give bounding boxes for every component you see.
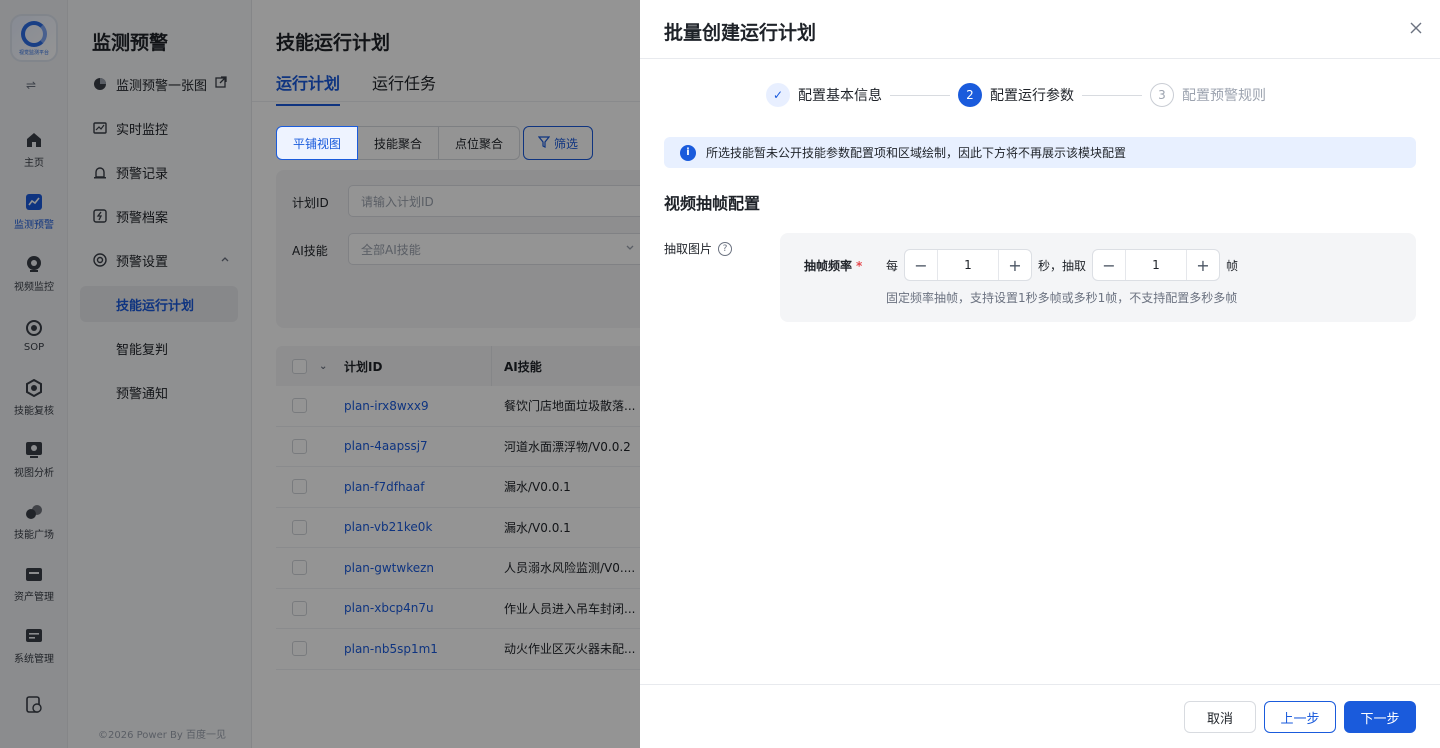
cancel-button[interactable]: 取消 <box>1184 701 1256 733</box>
prev-step-button[interactable]: 上一步 <box>1264 701 1336 733</box>
step-run-params[interactable]: 2 配置运行参数 <box>958 83 1074 107</box>
info-alert: i 所选技能暂未公开技能参数配置项和区域绘制，因此下方将不再展示该模块配置 <box>664 137 1416 168</box>
next-step-button[interactable]: 下一步 <box>1344 701 1416 733</box>
close-icon[interactable] <box>1406 18 1426 38</box>
drawer-title: 批量创建运行计划 <box>664 22 817 44</box>
seconds-stepper[interactable]: − 1 + <box>904 249 1032 281</box>
plus-icon[interactable]: + <box>1187 250 1219 280</box>
extract-image-label: 抽取图片 ? <box>664 240 733 257</box>
seconds-value[interactable]: 1 <box>937 250 999 280</box>
frame-config-box: 抽帧频率 * 每 − 1 + 秒，抽取 − 1 + 帧 固定频率抽帧，支持设置1秒… <box>780 233 1416 322</box>
step-basic-info[interactable]: ✓ 配置基本信息 <box>766 83 882 107</box>
modal-backdrop[interactable] <box>0 0 640 748</box>
view-tile-button[interactable]: 平铺视图 <box>276 126 359 160</box>
step-alert-rules[interactable]: 3 配置预警规则 <box>1150 83 1266 107</box>
info-icon: i <box>680 144 696 161</box>
frame-config-hint: 固定频率抽帧，支持设置1秒多帧或多秒1帧，不支持配置多秒多帧 <box>886 291 1238 305</box>
frames-value[interactable]: 1 <box>1125 250 1187 280</box>
minus-icon[interactable]: − <box>1093 250 1125 280</box>
frame-rate-label: 抽帧频率 * <box>804 259 863 273</box>
stepper-progress: ✓ 配置基本信息 2 配置运行参数 3 配置预警规则 <box>766 83 1266 107</box>
minus-icon[interactable]: − <box>905 250 937 280</box>
frames-stepper[interactable]: − 1 + <box>1092 249 1220 281</box>
question-icon[interactable]: ? <box>718 241 733 256</box>
check-icon: ✓ <box>766 83 790 107</box>
plus-icon[interactable]: + <box>999 250 1031 280</box>
section-title: 视频抽帧配置 <box>664 194 761 213</box>
batch-create-drawer: 批量创建运行计划 ✓ 配置基本信息 2 配置运行参数 3 配置预警规则 i 所选… <box>640 0 1440 748</box>
